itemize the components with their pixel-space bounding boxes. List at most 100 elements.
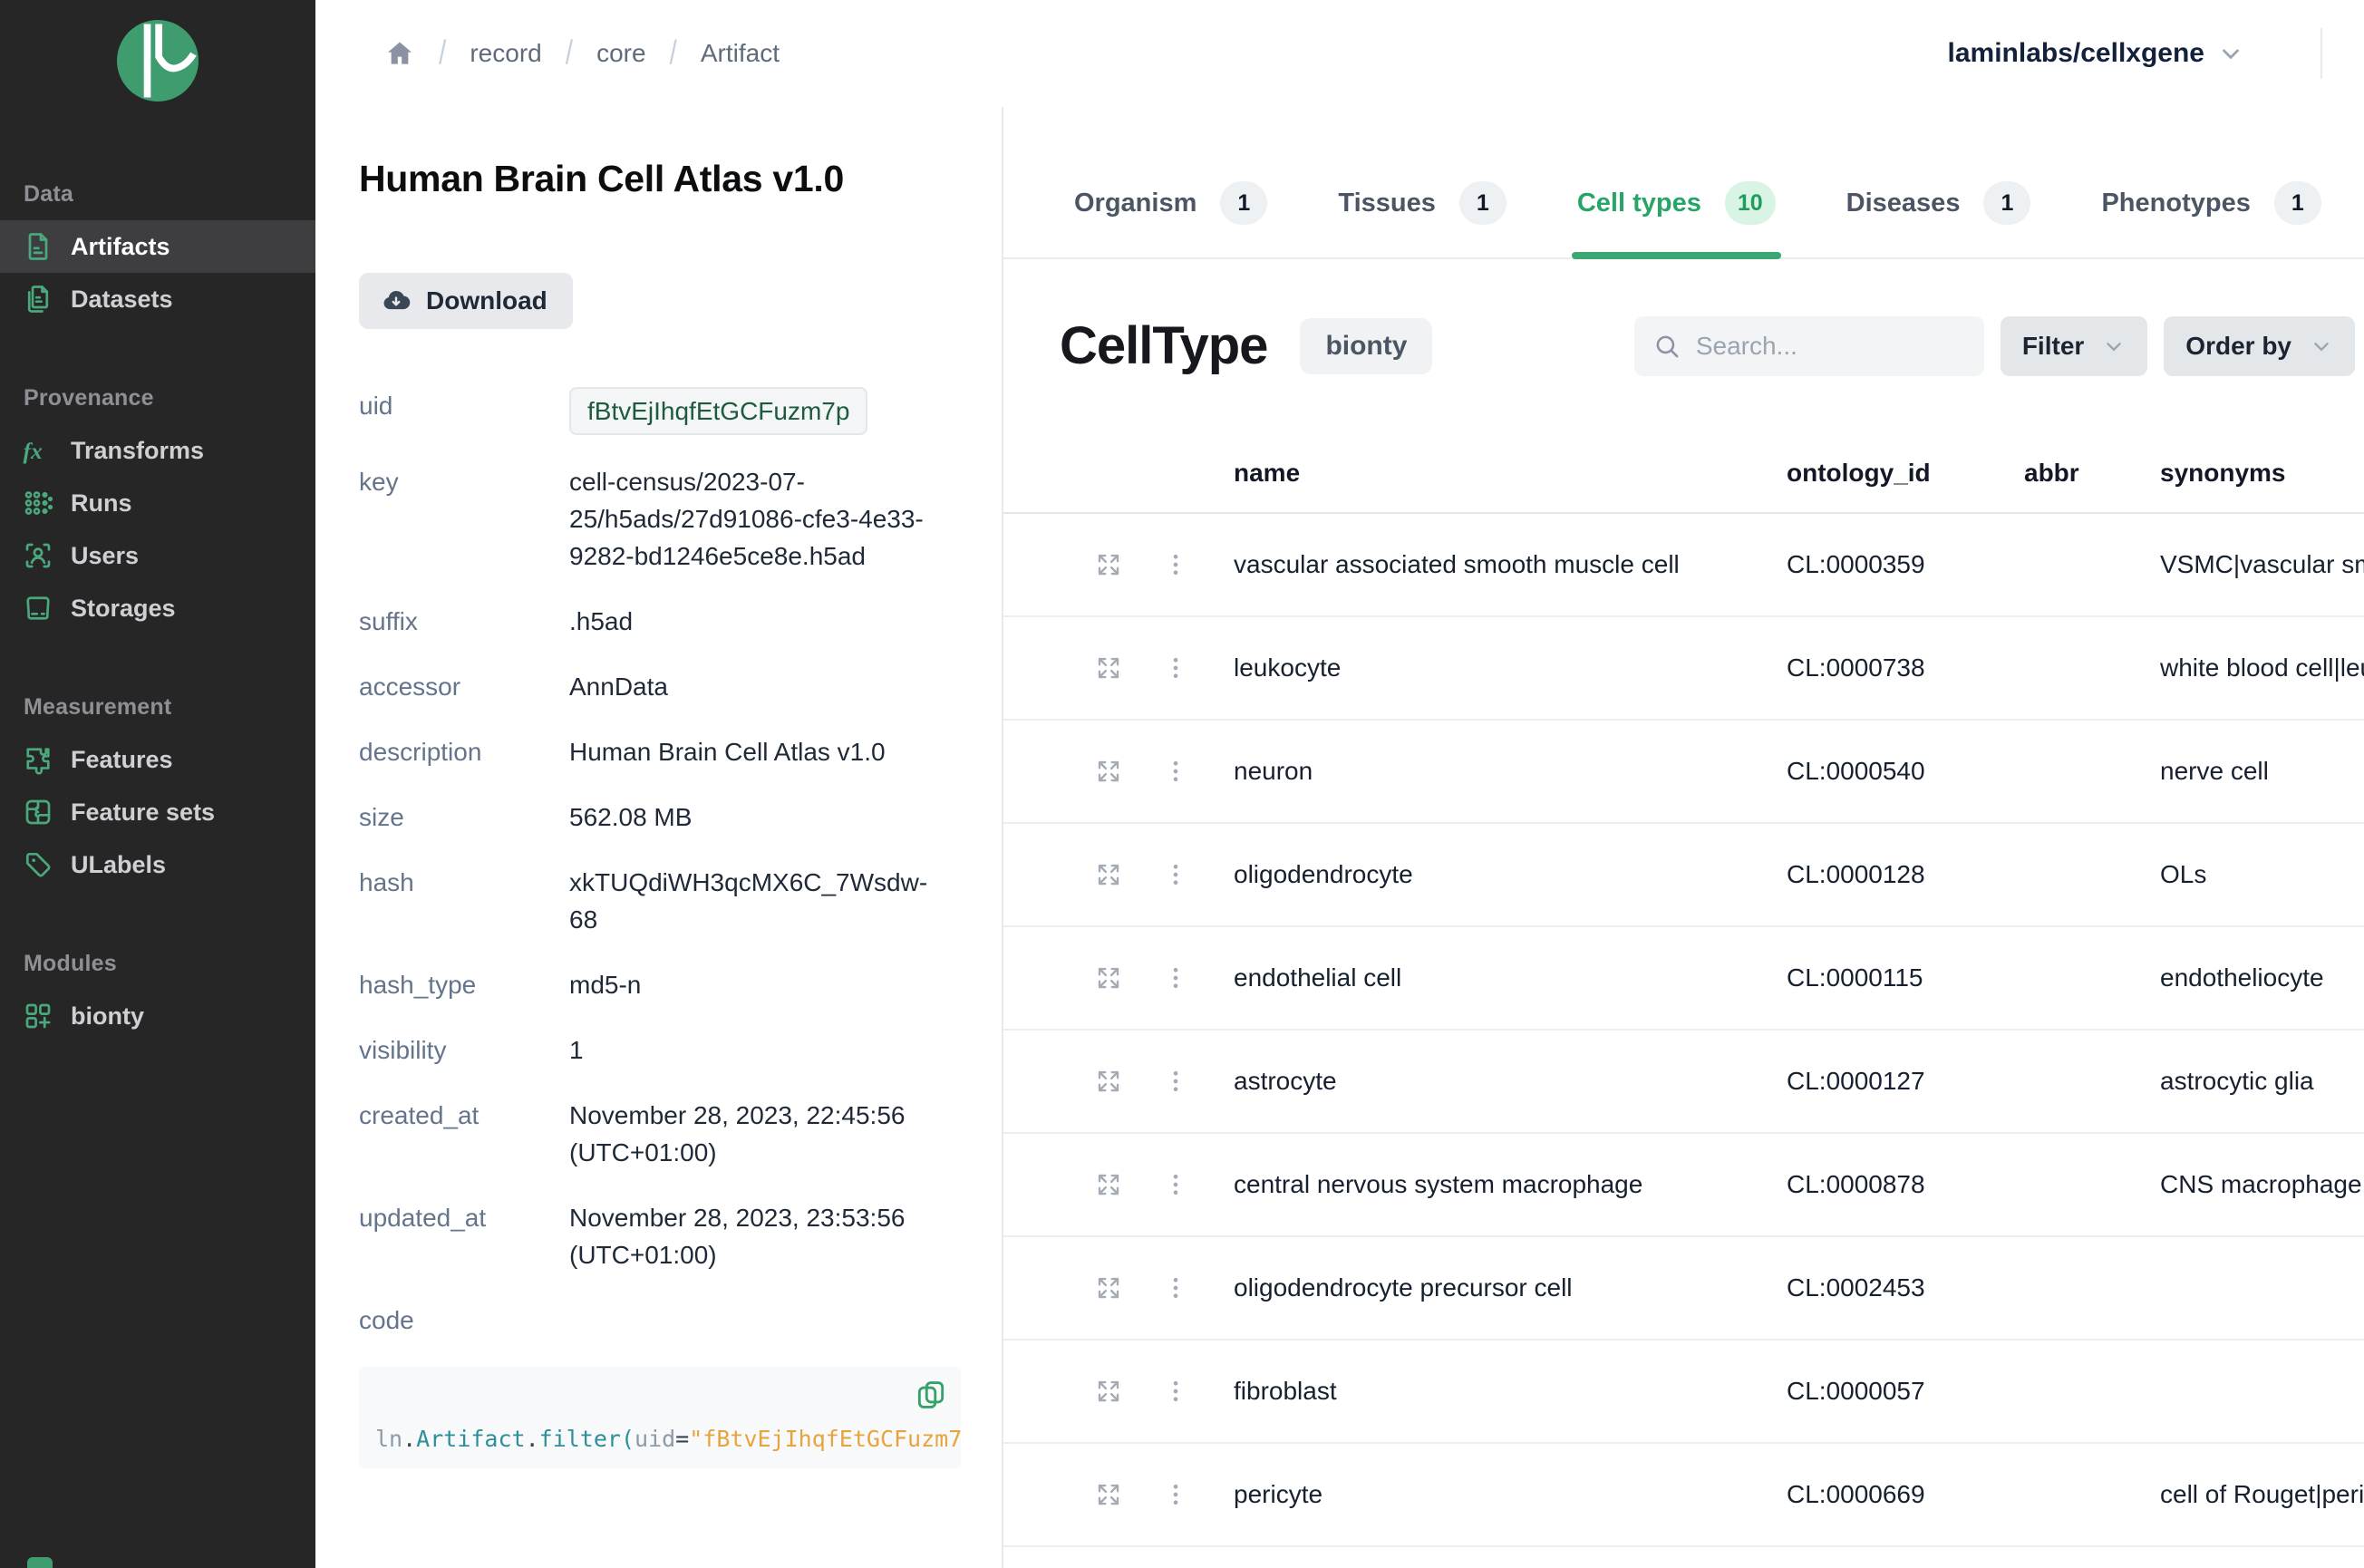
table-row: astrocyte CL:0000127 astrocytic glia (1003, 1031, 2364, 1134)
registry-module-badge: bionty (1300, 318, 1432, 374)
cell-synonyms: astrocytic glia (2144, 1067, 2364, 1096)
cell-ontology-id: CL:0000057 (1770, 1377, 2008, 1406)
sidebar-item-bionty[interactable]: bionty (0, 990, 315, 1042)
tab-cell-types[interactable]: Cell types 10 (1577, 149, 1776, 257)
cell-synonyms: endotheliocyte (2144, 963, 2364, 992)
field-value (569, 1302, 954, 1339)
expand-icon[interactable] (1083, 964, 1134, 992)
ontology-panel: Organism 1 Tissues 1 Cell types 10 Disea… (1003, 107, 2364, 1568)
table-row: neuron CL:0000540 nerve cell (1003, 721, 2364, 824)
kebab-menu-icon[interactable] (1134, 965, 1217, 991)
field-row-code: code (359, 1302, 1002, 1339)
tab-diseases[interactable]: Diseases 1 (1846, 149, 2031, 257)
field-row-accessor: accessor AnnData (359, 668, 1002, 705)
home-icon[interactable] (384, 38, 415, 69)
ulabels-icon (22, 848, 54, 881)
kebab-menu-icon[interactable] (1134, 655, 1217, 681)
table-row: oligodendrocyte precursor cell CL:000245… (1003, 1237, 2364, 1341)
expand-icon[interactable] (1083, 551, 1134, 578)
download-button[interactable]: Download (359, 273, 573, 329)
transforms-icon: fx (22, 434, 54, 467)
expand-icon[interactable] (1083, 1274, 1134, 1302)
search-input[interactable] (1694, 331, 1966, 362)
features-icon (22, 743, 54, 776)
expand-icon[interactable] (1083, 1378, 1134, 1405)
kebab-menu-icon[interactable] (1134, 862, 1217, 887)
sidebar-item-datasets[interactable]: Datasets (0, 273, 315, 325)
kebab-menu-icon[interactable] (1134, 1275, 1217, 1301)
tab-tissues[interactable]: Tissues 1 (1338, 149, 1506, 257)
sidebar-item-users[interactable]: Users (0, 529, 315, 582)
download-label: Download (426, 286, 547, 315)
copy-icon[interactable] (914, 1378, 948, 1412)
uid-pill[interactable]: fBtvEjIhqfEtGCFuzm7p (569, 387, 867, 435)
tab-organism[interactable]: Organism 1 (1074, 149, 1267, 257)
field-label: updated_at (359, 1199, 569, 1273)
expand-icon[interactable] (1083, 654, 1134, 682)
cell-synonyms: CNS macrophage (2144, 1170, 2364, 1199)
table-header-row: name ontology_id abbr synonyms (1003, 434, 2364, 514)
column-header-name: name (1217, 459, 1770, 488)
sidebar-item-feature-sets[interactable]: Feature sets (0, 786, 315, 838)
field-label: created_at (359, 1097, 569, 1171)
breadcrumb-artifact[interactable]: Artifact (701, 39, 780, 68)
field-row-updated-at: updated_at November 28, 2023, 23:53:56 (… (359, 1199, 1002, 1273)
field-label: hash_type (359, 966, 569, 1003)
sidebar-section-label: Measurement (0, 694, 315, 733)
field-value: November 28, 2023, 23:53:56 (UTC+01:00) (569, 1199, 954, 1273)
kebab-menu-icon[interactable] (1134, 1482, 1217, 1507)
kebab-menu-icon[interactable] (1134, 552, 1217, 577)
field-label: visibility (359, 1031, 569, 1069)
field-label: accessor (359, 668, 569, 705)
artifact-icon (22, 230, 54, 263)
cell-name: astrocyte (1217, 1067, 1770, 1096)
kebab-menu-icon[interactable] (1134, 1379, 1217, 1404)
expand-icon[interactable] (1083, 1068, 1134, 1095)
sidebar-section: Modules bionty (0, 951, 315, 1042)
runs-icon (22, 487, 54, 519)
sidebar-section: Provenance fx Transforms Runs Users Stor… (0, 385, 315, 634)
cell-name: vascular associated smooth muscle cell (1217, 550, 1770, 579)
tab-count-badge: 1 (1459, 181, 1507, 225)
filter-button[interactable]: Filter (2001, 316, 2147, 376)
code-token: uid (635, 1426, 675, 1452)
field-value: md5-n (569, 966, 954, 1003)
breadcrumb-core[interactable]: core (596, 39, 645, 68)
kebab-menu-icon[interactable] (1134, 759, 1217, 784)
expand-icon[interactable] (1083, 1481, 1134, 1508)
feature-sets-icon (22, 796, 54, 828)
cell-ontology-id: CL:0000669 (1770, 1480, 2008, 1509)
breadcrumb-record[interactable]: record (470, 39, 541, 68)
sidebar-item-runs[interactable]: Runs (0, 477, 315, 529)
tab-phenotypes[interactable]: Phenotypes 1 (2101, 149, 2320, 257)
sidebar-item-storages[interactable]: Storages (0, 582, 315, 634)
expand-icon[interactable] (1083, 1171, 1134, 1198)
instance-selector[interactable]: laminlabs/cellxgene (1948, 38, 2244, 69)
sidebar-item-transforms[interactable]: fx Transforms (0, 424, 315, 477)
sidebar-section-label: Modules (0, 951, 315, 990)
column-header-synonyms: synonyms (2144, 459, 2364, 488)
kebab-menu-icon[interactable] (1134, 1172, 1217, 1197)
sidebar-item-features[interactable]: Features (0, 733, 315, 786)
lamin-logo-icon[interactable] (117, 20, 199, 102)
expand-icon[interactable] (1083, 758, 1134, 785)
field-value: November 28, 2023, 22:45:56 (UTC+01:00) (569, 1097, 954, 1171)
cell-ontology-id: CL:0000127 (1770, 1067, 2008, 1096)
search-box[interactable] (1634, 316, 1984, 376)
sidebar-item-ulabels[interactable]: ULabels (0, 838, 315, 891)
code-snippet[interactable]: ln.Artifact.filter(uid="fBtvEjIhqfEtGCFu… (375, 1426, 961, 1452)
registry-title: CellType (1060, 315, 1267, 376)
users-icon (22, 539, 54, 572)
table-row: oligodendrocyte CL:0000128 OLs (1003, 824, 2364, 927)
order-by-button[interactable]: Order by (2164, 316, 2355, 376)
cell-name: pericyte (1217, 1480, 1770, 1509)
field-row-created-at: created_at November 28, 2023, 22:45:56 (… (359, 1097, 1002, 1171)
cell-ontology-id: CL:0000738 (1770, 653, 2008, 682)
field-label: description (359, 733, 569, 770)
breadcrumb-separator: / (439, 34, 446, 73)
field-label: hash (359, 864, 569, 938)
topbar: / record / core / Artifact laminlabs/cel… (315, 0, 2364, 109)
expand-icon[interactable] (1083, 861, 1134, 888)
kebab-menu-icon[interactable] (1134, 1069, 1217, 1094)
sidebar-item-artifacts[interactable]: Artifacts (0, 220, 315, 273)
